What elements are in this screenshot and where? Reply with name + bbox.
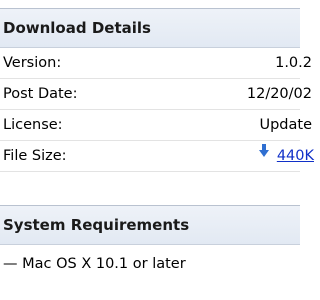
license-value: Update bbox=[259, 117, 312, 133]
system-requirements-header: System Requirements bbox=[0, 206, 300, 245]
version-row: Version: 1.0.2 bbox=[0, 48, 312, 79]
system-requirements-panel: System Requirements — Mac OS X 10.1 or l… bbox=[0, 205, 300, 300]
license-label: License: bbox=[3, 117, 63, 133]
requirement-item: — Mac OS X 10.1 or later bbox=[3, 256, 186, 272]
post-date-value: 12/20/02 bbox=[246, 86, 312, 102]
download-arrow-icon[interactable] bbox=[258, 139, 269, 170]
post-date-row: Post Date: 12/20/02 bbox=[0, 79, 312, 110]
post-date-label: Post Date: bbox=[3, 86, 78, 102]
file-size-row: File Size: 440K bbox=[0, 141, 314, 172]
version-value: 1.0.2 bbox=[275, 55, 312, 71]
version-label: Version: bbox=[3, 55, 62, 71]
download-details-panel: Download Details Version: 1.0.2 Post Dat… bbox=[0, 8, 314, 181]
file-size-label: File Size: bbox=[3, 148, 67, 164]
file-size-download-link[interactable]: 440K bbox=[277, 148, 314, 164]
page: Download Details Version: 1.0.2 Post Dat… bbox=[0, 0, 314, 300]
license-row: License: Update bbox=[0, 110, 312, 141]
file-size-value: 440K bbox=[258, 139, 314, 172]
download-details-header: Download Details bbox=[0, 9, 300, 48]
